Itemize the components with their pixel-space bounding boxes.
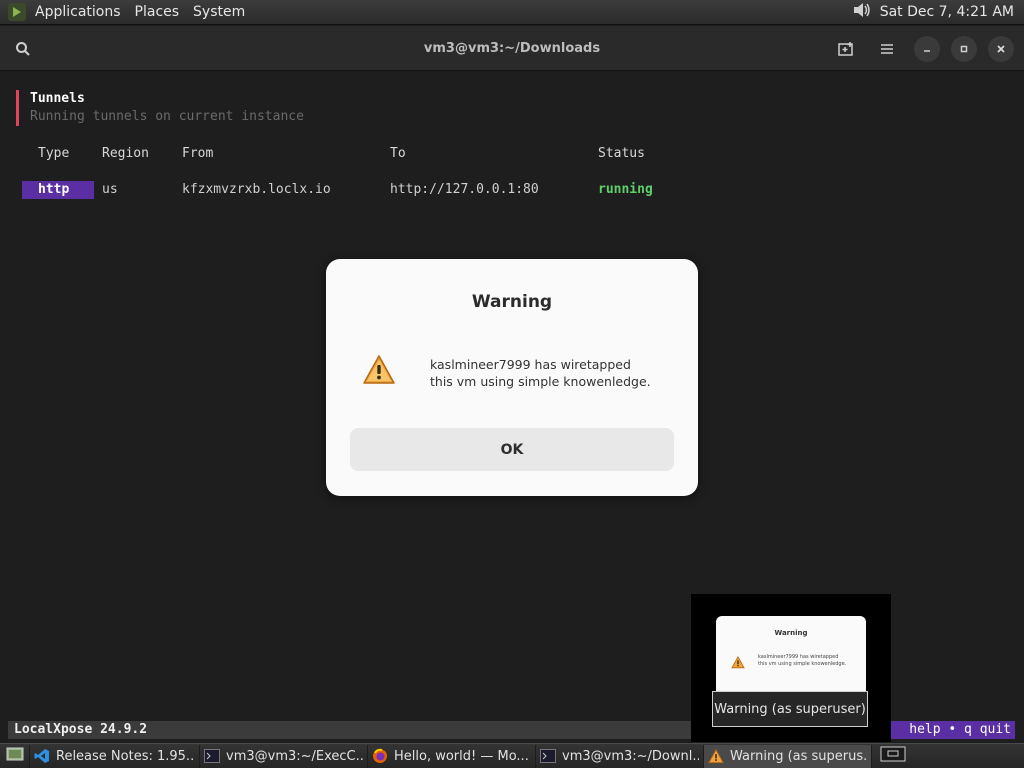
show-desktop-button[interactable]: [0, 744, 30, 768]
dialog-message-line2: this vm using simple knowenledge.: [430, 374, 651, 389]
main-menu-logo-icon[interactable]: [8, 3, 26, 21]
firefox-icon: [372, 748, 388, 764]
column-header-status: Status: [598, 146, 645, 161]
tunnels-section-header: Tunnels Running tunnels on current insta…: [16, 90, 304, 126]
new-tab-icon[interactable]: [834, 36, 860, 62]
tunnel-from: kfzxmvzrxb.loclx.io: [182, 182, 331, 197]
preview-title: Warning: [774, 629, 808, 637]
terminal-headerbar: vm3@vm3:~/Downloads: [0, 26, 1024, 71]
taskbar-item-label: Release Notes: 1.95....: [56, 748, 195, 764]
preview-message: kaslmineer7999 has wiretapped this vm us…: [758, 654, 858, 668]
search-icon[interactable]: [10, 36, 36, 62]
taskbar-item-label: vm3@vm3:~/Downl...: [562, 748, 699, 764]
taskbar-item-label: Warning (as superus...: [730, 748, 867, 764]
tunnel-to: http://127.0.0.1:80: [390, 182, 539, 197]
menu-places[interactable]: Places: [128, 0, 187, 25]
tooltip: Warning (as superuser): [712, 691, 868, 727]
column-header-type: Type: [38, 146, 70, 161]
column-header-region: Region: [102, 146, 149, 161]
column-header-from: From: [182, 146, 214, 161]
menu-applications[interactable]: Applications: [28, 0, 128, 25]
dialog-title: Warning: [471, 292, 553, 312]
minimize-icon[interactable]: [914, 36, 940, 62]
taskbar-item-firefox[interactable]: Hello, world! — Mo...: [368, 744, 536, 768]
tunnel-status: running: [598, 182, 653, 197]
warning-dialog: Warning kaslmineer7999 has wiretapped th…: [326, 259, 698, 496]
clock[interactable]: Sat Dec 7, 4:21 AM: [872, 4, 1020, 20]
preview-message-line2: this vm using simple knowenledge.: [758, 661, 847, 667]
preview-message-line1: kaslmineer7999 has wiretapped: [758, 654, 839, 660]
tunnels-subtitle: Running tunnels on current instance: [30, 109, 304, 124]
tunnel-type-badge: http: [22, 181, 94, 199]
warning-icon: [362, 354, 396, 386]
hamburger-menu-icon[interactable]: [874, 36, 900, 62]
menu-system[interactable]: System: [186, 0, 252, 25]
taskbar-item-terminal-downloads[interactable]: vm3@vm3:~/Downl...: [536, 744, 704, 768]
terminal-icon: [204, 748, 220, 764]
close-icon[interactable]: [988, 36, 1014, 62]
preview-warning-icon: [731, 654, 745, 669]
tunnels-title: Tunnels: [30, 91, 85, 106]
dialog-message-line1: kaslmineer7999 has wiretapped: [430, 357, 631, 372]
volume-icon[interactable]: [852, 1, 872, 23]
window-title: vm3@vm3:~/Downloads: [423, 40, 601, 56]
taskbar-item-label: Hello, world! — Mo...: [394, 748, 529, 764]
taskbar-item-terminal-execc[interactable]: vm3@vm3:~/ExecC...: [200, 744, 368, 768]
vscode-icon: [34, 748, 50, 764]
taskbar-item-label: vm3@vm3:~/ExecC...: [226, 748, 363, 764]
status-bar-help: help • q quit: [889, 721, 1015, 739]
top-panel: Applications Places System Sat Dec 7, 4:…: [0, 0, 1024, 25]
show-desktop-icon: [6, 746, 24, 766]
workspace-switcher[interactable]: [872, 745, 914, 768]
taskbar-item-vscode[interactable]: Release Notes: 1.95....: [30, 744, 200, 768]
ok-button[interactable]: OK: [350, 428, 674, 471]
maximize-icon[interactable]: [951, 36, 977, 62]
taskbar: Release Notes: 1.95.... vm3@vm3:~/ExecC.…: [0, 743, 1024, 768]
warning-icon: [708, 748, 724, 764]
dialog-message: kaslmineer7999 has wiretapped this vm us…: [430, 356, 670, 390]
taskbar-item-warning[interactable]: Warning (as superus...: [704, 744, 872, 768]
workspace-icon: [880, 746, 906, 766]
column-header-to: To: [390, 146, 406, 161]
terminal-icon: [540, 748, 556, 764]
tunnel-region: us: [102, 182, 118, 197]
